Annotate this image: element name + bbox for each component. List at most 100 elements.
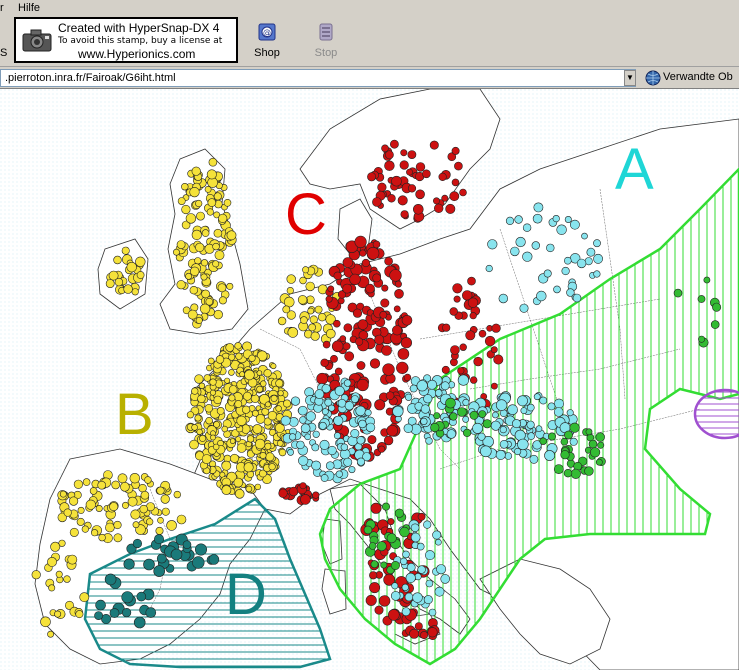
sample-dot-yellow: [135, 256, 146, 268]
url-dropdown-button[interactable]: ▼: [624, 70, 636, 86]
sample-dot-cyan: [318, 421, 327, 430]
sample-dot-yellow: [221, 425, 228, 433]
sample-dot-cyan: [405, 393, 413, 401]
sample-dot-green: [698, 335, 706, 343]
sample-dot-yellow: [31, 570, 41, 580]
sample-dot-yellow: [105, 279, 115, 288]
sample-dot-yellow: [213, 192, 222, 201]
sample-dot-cyan: [343, 457, 353, 467]
sample-dot-teal: [123, 558, 135, 570]
sample-dot-yellow: [264, 442, 272, 450]
sample-dot-red: [378, 595, 391, 607]
sample-dot-red: [299, 482, 307, 490]
sample-dot-yellow: [268, 463, 276, 471]
sample-dot-green: [570, 468, 581, 479]
sample-dot-cyan: [517, 438, 529, 451]
sample-dot-cyan: [432, 530, 442, 540]
sample-dot-cyan: [364, 409, 372, 417]
sample-dot-cyan: [390, 591, 401, 601]
sample-dot-yellow: [113, 533, 123, 543]
toolbar: S Created with HyperSnap-DX 4 To avoid t…: [0, 17, 739, 67]
sample-dot-red: [465, 330, 476, 341]
sample-dot-yellow: [228, 353, 236, 361]
sample-dot-yellow: [223, 199, 232, 207]
sample-dot-red: [422, 169, 431, 179]
sample-dot-cyan: [485, 264, 493, 273]
sample-dot-yellow: [213, 228, 223, 238]
toolbar-cut-label[interactable]: S: [0, 47, 7, 59]
sample-dot-cyan: [401, 583, 409, 592]
sample-dot-green: [560, 450, 570, 460]
sample-dot-red: [355, 337, 364, 346]
sample-dot-yellow: [123, 284, 133, 294]
sample-dot-yellow: [166, 520, 177, 531]
sample-dot-red: [343, 323, 353, 333]
sample-dot-cyan: [529, 454, 539, 464]
sample-dot-yellow: [98, 533, 106, 542]
sample-dot-yellow: [189, 286, 199, 295]
sample-dot-green: [553, 464, 564, 474]
url-field[interactable]: .pierroton.inra.fr/Fairoak/G6iht.html: [0, 69, 636, 87]
sample-dot-cyan: [570, 219, 580, 230]
menu-item-hilfe[interactable]: Hilfe: [18, 2, 40, 14]
related-objects-link[interactable]: Verwandte Ob: [663, 71, 733, 83]
sample-dot-red: [330, 354, 338, 363]
sample-dot-yellow: [191, 166, 201, 176]
sample-dot-cyan: [401, 607, 411, 617]
stamp-line-1: Created with HyperSnap-DX 4: [58, 21, 220, 35]
sample-dot-cyan: [405, 572, 416, 584]
sample-dot-red: [397, 348, 410, 360]
sample-dot-yellow: [82, 478, 91, 486]
sample-dot-yellow: [216, 406, 225, 415]
sample-dot-yellow: [114, 277, 124, 287]
stamp-line-2: To avoid this stamp, buy a license at: [58, 36, 223, 46]
sample-dot-cyan: [406, 562, 416, 572]
sample-dot-cyan: [328, 404, 336, 412]
sample-dot-red: [383, 435, 394, 446]
sample-dot-cyan: [511, 419, 521, 429]
sample-dot-yellow: [113, 255, 122, 265]
sample-dot-teal: [95, 599, 106, 611]
sample-dot-yellow: [120, 481, 130, 492]
sample-dot-cyan: [517, 395, 528, 407]
sample-dot-green: [597, 441, 605, 449]
sample-dot-yellow: [212, 260, 220, 268]
sample-dot-yellow: [252, 424, 263, 434]
sample-dot-yellow: [277, 390, 284, 397]
sample-dot-cyan: [417, 565, 426, 574]
sample-dot-yellow: [155, 526, 164, 535]
sample-dot-green: [560, 437, 569, 446]
sample-dot-cyan: [510, 246, 520, 257]
sample-dot-red: [370, 502, 382, 514]
shop-button[interactable]: @ Shop: [249, 23, 285, 63]
sample-dot-yellow: [131, 288, 139, 296]
sample-dot-red: [417, 512, 426, 521]
sample-dot-teal: [109, 608, 120, 618]
sample-dot-yellow: [307, 307, 315, 315]
sample-dot-yellow: [157, 516, 164, 524]
stop-button[interactable]: Stop: [308, 23, 344, 63]
sample-dot-red: [365, 283, 375, 294]
sample-dot-yellow: [286, 274, 296, 284]
sample-dot-cyan: [434, 586, 445, 597]
sample-dot-yellow: [270, 394, 278, 402]
sample-dot-teal: [133, 616, 146, 629]
sample-dot-cyan: [425, 437, 433, 445]
sample-dot-green: [585, 428, 593, 436]
menu-item-cut[interactable]: r: [0, 2, 4, 14]
address-bar: .pierroton.inra.fr/Fairoak/G6iht.html ▼ …: [0, 67, 739, 89]
sample-dot-yellow: [226, 282, 234, 290]
sample-dot-red: [380, 298, 390, 308]
sample-dot-cyan: [404, 592, 414, 602]
sample-dot-red: [369, 358, 381, 369]
sample-dot-yellow: [278, 448, 287, 457]
sample-dot-yellow: [196, 428, 203, 436]
sample-dot-yellow: [206, 208, 214, 216]
shop-icon: @: [258, 23, 276, 41]
sample-dot-teal: [132, 538, 142, 549]
sample-dot-green: [697, 295, 706, 303]
sample-dot-teal: [145, 607, 157, 618]
sample-dot-red: [469, 312, 477, 320]
sample-dot-cyan: [546, 243, 555, 253]
sample-dot-cyan: [410, 523, 420, 533]
